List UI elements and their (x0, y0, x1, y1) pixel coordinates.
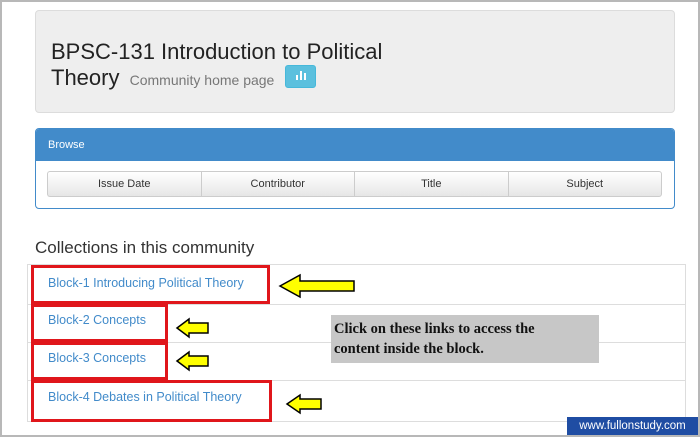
left-arrow-icon (175, 350, 209, 372)
collections-heading: Collections in this community (35, 238, 255, 257)
browse-panel-heading: Browse (36, 129, 674, 161)
collection-link-block-3[interactable]: Block-3 Concepts (48, 351, 146, 365)
site-watermark: www.fullonstudy.com (567, 417, 698, 435)
instruction-callout: Click on these links to access the conte… (331, 315, 599, 363)
browse-issue-date-button[interactable]: Issue Date (47, 171, 201, 197)
title-line-1: BPSC-131 Introduction to Political (51, 39, 383, 64)
collection-link-block-4[interactable]: Block-4 Debates in Political Theory (48, 390, 242, 404)
list-item: Block-4 Debates in Political Theory (28, 381, 685, 421)
left-arrow-icon (278, 273, 355, 299)
callout-line-1: Click on these links to access the (334, 321, 535, 337)
left-arrow-icon (175, 317, 209, 339)
browse-button-group: Issue Date Contributor Title Subject (47, 171, 662, 197)
browse-contributor-button[interactable]: Contributor (200, 171, 354, 197)
page-subtitle: Community home page (129, 72, 275, 88)
community-header: BPSC-131 Introduction to Political Theor… (35, 10, 675, 113)
left-arrow-icon (285, 393, 322, 415)
page-title: BPSC-131 Introduction to Political Theor… (51, 39, 382, 93)
callout-line-2: content inside the block. (334, 341, 484, 357)
title-line-2: Theory (51, 65, 120, 90)
browse-subject-button[interactable]: Subject (507, 171, 662, 197)
collection-link-block-1[interactable]: Block-1 Introducing Political Theory (48, 276, 244, 290)
browse-title-button[interactable]: Title (354, 171, 508, 197)
statistics-button[interactable] (285, 65, 317, 88)
collection-link-block-2[interactable]: Block-2 Concepts (48, 313, 146, 327)
